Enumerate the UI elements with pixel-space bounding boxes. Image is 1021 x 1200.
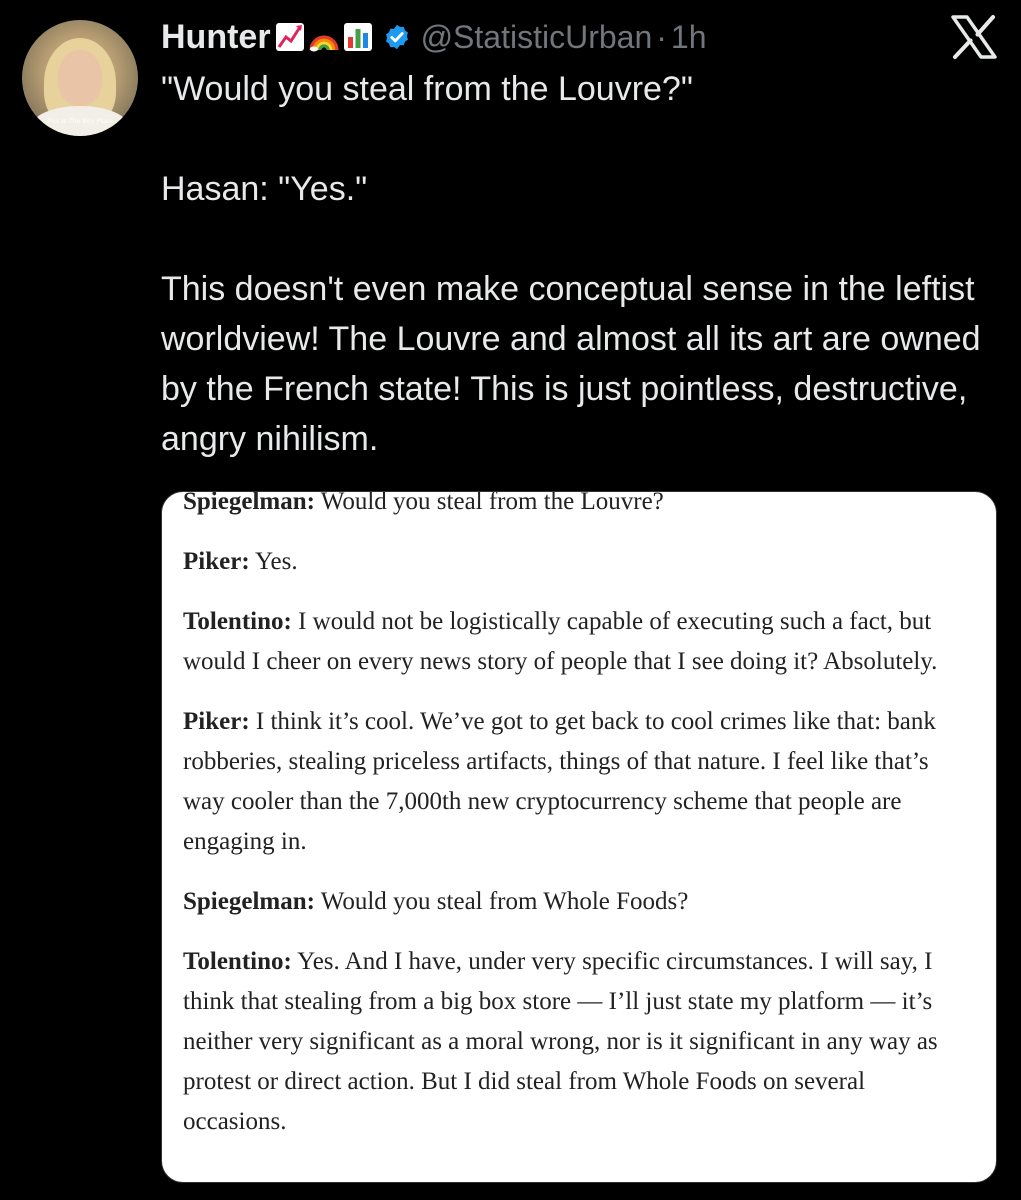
tweet-line-commentary: This doesn't even make conceptual sense …	[161, 270, 981, 458]
rainbow-emoji-icon	[309, 22, 339, 52]
transcript-text: Yes. And I have, under very specific cir…	[183, 948, 938, 1135]
transcript-speaker: Spiegelman:	[183, 491, 315, 515]
transcript-text: Would you steal from the Louvre?	[314, 491, 664, 515]
author-name[interactable]: Hunter	[161, 18, 271, 57]
tweet-header: Hunter @StatisticUrban · 1h	[161, 12, 706, 62]
avatar-caption: This Is The Boy Place	[46, 118, 114, 125]
avatar-face	[58, 50, 102, 106]
transcript-entry: Piker: I think it’s cool. We’ve got to g…	[183, 702, 974, 862]
transcript: Spiegelman: Would you steal from the Lou…	[183, 491, 974, 1142]
bar-chart-emoji-icon	[343, 22, 373, 52]
author-handle[interactable]: @StatisticUrban	[421, 19, 653, 56]
transcript-entry: Spiegelman: Would you steal from the Lou…	[183, 491, 974, 522]
timestamp[interactable]: 1h	[671, 19, 707, 56]
transcript-speaker: Spiegelman:	[183, 888, 315, 915]
transcript-text: Would you steal from Whole Foods?	[314, 888, 689, 915]
transcript-text: I think it’s cool. We’ve got to get back…	[183, 708, 936, 855]
tweet-media-image[interactable]: Spiegelman: Would you steal from the Lou…	[161, 491, 997, 1183]
transcript-speaker: Piker:	[183, 708, 250, 735]
transcript-speaker: Piker:	[183, 548, 250, 575]
chart-increasing-emoji-icon	[275, 22, 305, 52]
transcript-entry: Piker: Yes.	[183, 542, 974, 582]
separator: ·	[656, 18, 667, 55]
tweet-text: "Would you steal from the Louvre?" Hasan…	[161, 64, 1001, 464]
verified-badge-icon	[385, 24, 408, 50]
transcript-speaker: Tolentino:	[183, 608, 292, 635]
transcript-text: I would not be logistically capable of e…	[183, 608, 938, 675]
transcript-entry: Tolentino: Yes. And I have, under very s…	[183, 942, 974, 1142]
transcript-entry: Tolentino: I would not be logistically c…	[183, 602, 974, 682]
transcript-speaker: Tolentino:	[183, 948, 292, 975]
x-logo-icon[interactable]	[949, 14, 999, 60]
transcript-text: Yes.	[249, 548, 298, 575]
avatar[interactable]: This Is The Boy Place	[22, 20, 138, 136]
tweet-line-answer: Hasan: "Yes."	[161, 170, 368, 208]
transcript-entry: Spiegelman: Would you steal from Whole F…	[183, 882, 974, 922]
tweet-line-question: "Would you steal from the Louvre?"	[161, 70, 693, 108]
